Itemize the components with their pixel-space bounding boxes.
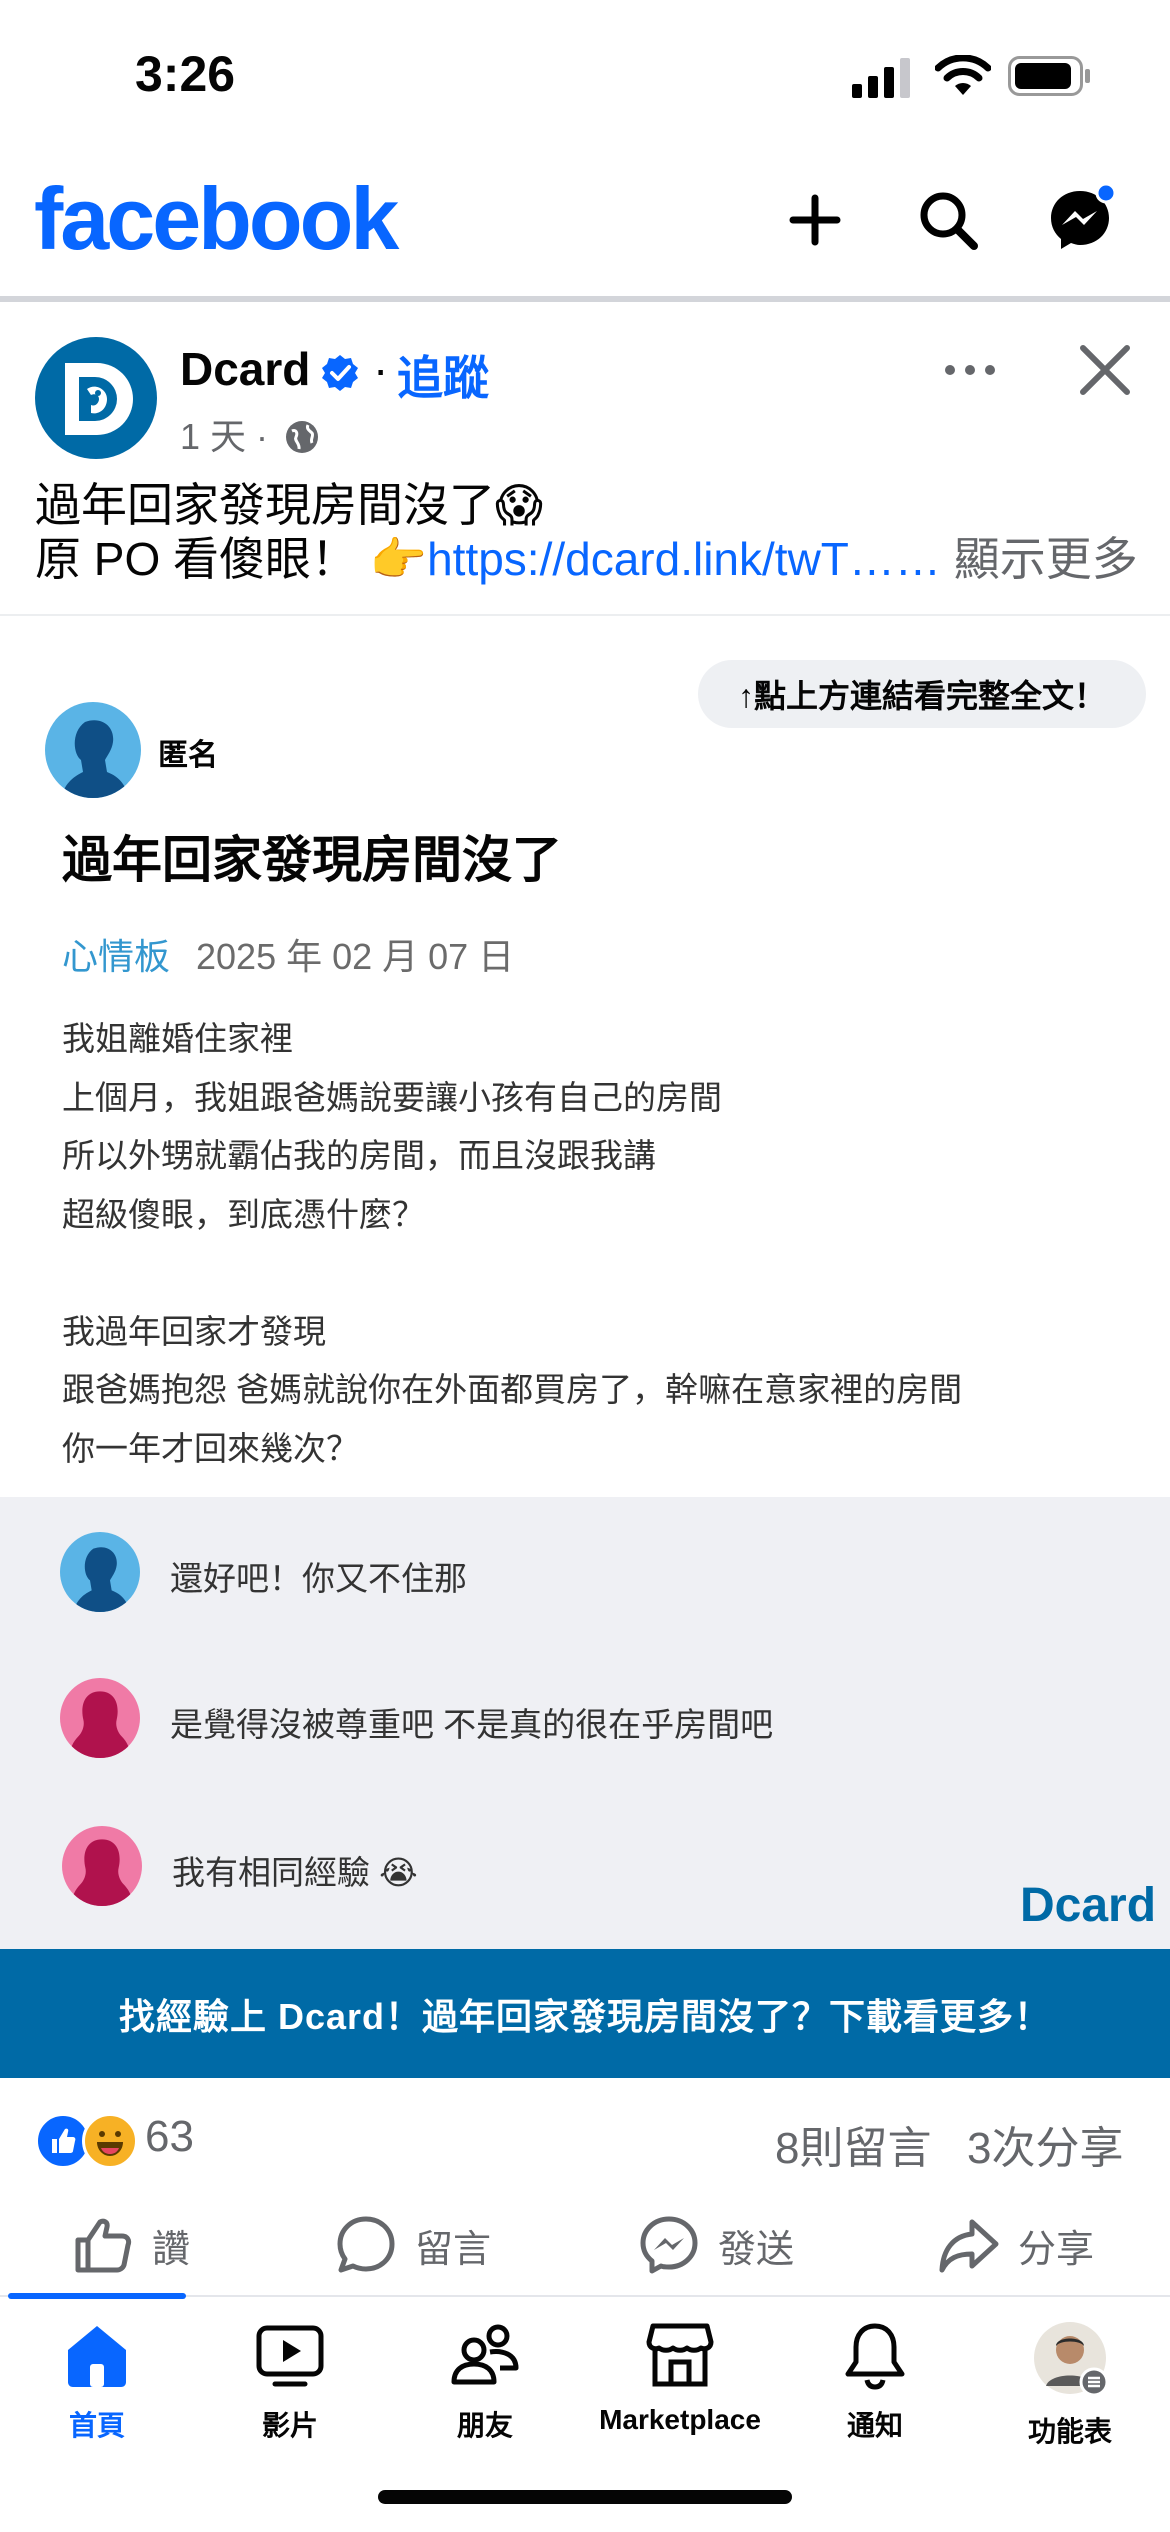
messenger-button[interactable] <box>1035 175 1125 265</box>
share-count[interactable]: 3次分享 <box>967 2112 1123 2176</box>
body-line: 跟爸媽抱怨 爸媽就說你在外面都買房了，幹嘛在意家裡的房間 <box>62 1371 963 1408</box>
see-more-link[interactable]: 顯示更多 <box>954 533 1138 585</box>
comment-text: 我有相同經驗 😭 <box>172 1854 418 1891</box>
cellular-signal-icon <box>852 58 910 98</box>
read-full-hint: ↑點上方連結看完整全文！ <box>698 660 1146 728</box>
separator-dot: · <box>373 343 389 395</box>
body-line: 你一年才回來幾次？ <box>62 1429 359 1467</box>
post-text-line1: 過年回家發現房間沒了😱 <box>35 479 543 531</box>
globe-icon <box>286 421 319 453</box>
tab-notifications-label: 通知 <box>846 2410 903 2441</box>
send-button[interactable]: 發送 <box>638 2205 794 2285</box>
like-button[interactable]: 讚 <box>72 2205 190 2285</box>
tab-friends-label: 朋友 <box>456 2410 513 2441</box>
create-button[interactable] <box>770 175 860 265</box>
tab-friends[interactable]: 朋友 <box>405 2320 565 2444</box>
body-line: 上個月，我姐跟爸媽說要讓小孩有自己的房間 <box>62 1078 722 1116</box>
like-icon <box>75 2218 132 2273</box>
status-time: 3:26 <box>135 46 236 102</box>
comment-count[interactable]: 8則留言 <box>775 2112 931 2176</box>
reaction-count[interactable]: 63 <box>145 2112 194 2162</box>
post-text-prefix: 原 PO 看傻眼！ 👉 <box>35 533 428 585</box>
body-line: 我姐離婚住家裡 <box>62 1020 293 1057</box>
male-user-icon <box>73 1547 130 1612</box>
anonymous-avatar <box>45 702 141 798</box>
post-text: 過年回家發現房間沒了😱 原 PO 看傻眼！ 👉https://dcard.lin… <box>35 478 1145 586</box>
share-label: 分享 <box>1018 2228 1095 2271</box>
post-time-text: 1 天 · <box>180 416 269 457</box>
like-label: 讚 <box>152 2228 191 2271</box>
active-tab-indicator <box>8 2293 186 2299</box>
tab-menu[interactable]: 功能表 <box>990 2320 1150 2450</box>
send-label: 發送 <box>718 2228 795 2271</box>
comment-label: 留言 <box>415 2228 492 2271</box>
messenger-send-icon <box>640 2216 698 2274</box>
female-user-icon <box>70 1839 134 1906</box>
comment-avatar <box>60 1678 140 1758</box>
post-link[interactable]: https://dcard.link/twT…… <box>427 533 941 585</box>
tab-video[interactable]: 影片 <box>210 2320 370 2444</box>
tab-video-label: 影片 <box>261 2410 318 2441</box>
post-timestamp: 1 天 · <box>180 408 320 460</box>
author-name: 匿名 <box>158 739 218 772</box>
comment-avatar <box>60 1532 140 1612</box>
page-avatar[interactable] <box>35 337 157 459</box>
female-user-icon <box>68 1691 132 1758</box>
share-button[interactable]: 分享 <box>938 2205 1094 2285</box>
body-line: 我過年回家才發現 <box>62 1312 326 1350</box>
tab-home[interactable]: 首頁 <box>17 2320 177 2444</box>
tab-marketplace[interactable]: Marketplace <box>599 2320 761 2436</box>
follow-button[interactable]: 追蹤 <box>397 342 489 408</box>
board-name: 心情板 <box>62 936 171 977</box>
plus-icon <box>789 194 841 246</box>
anonymous-user-icon <box>61 720 129 798</box>
marketplace-icon <box>646 2323 714 2387</box>
facebook-logo: facebook <box>34 169 399 268</box>
header-divider <box>0 296 1170 302</box>
more-options-icon[interactable] <box>940 340 1000 400</box>
comment-icon <box>337 2216 395 2273</box>
wifi-icon <box>935 55 991 95</box>
search-icon <box>920 192 978 250</box>
comment-avatar <box>62 1826 142 1906</box>
profile-avatar <box>1034 2322 1108 2396</box>
article-date: 2025 年 02 月 07 日 <box>196 936 515 977</box>
search-button[interactable] <box>903 175 993 265</box>
home-indicator <box>378 2490 792 2504</box>
comment-text: 是覺得沒被尊重吧 不是真的很在乎房間吧 <box>170 1706 774 1743</box>
share-icon <box>939 2219 999 2273</box>
verified-badge-icon <box>322 355 358 391</box>
battery-icon <box>1008 56 1090 96</box>
video-icon <box>256 2325 324 2387</box>
post-text-line2: 原 PO 看傻眼！ 👉https://dcard.link/twT…… 顯示更多 <box>35 532 1145 586</box>
comment-text: 還好吧！你又不住那 <box>170 1560 467 1597</box>
tab-notifications[interactable]: 通知 <box>795 2320 955 2444</box>
haha-reaction-icon <box>82 2113 138 2169</box>
comment-button[interactable]: 留言 <box>335 2205 491 2285</box>
dcard-brand-logo: Dcard <box>1020 1879 1157 1932</box>
download-cta-banner[interactable]: 找經驗上 Dcard！過年回家發現房間沒了？下載看更多！ <box>0 1949 1170 2078</box>
tab-marketplace-label: Marketplace <box>599 2404 761 2435</box>
body-line: 超級傻眼，到底憑什麼？ <box>62 1195 425 1233</box>
bell-icon <box>845 2323 905 2390</box>
article-body: 我姐離婚住家裡 上個月，我姐跟爸媽說要讓小孩有自己的房間 所以外甥就霸佔我的房間… <box>62 1010 962 1478</box>
body-line: 所以外甥就霸佔我的房間，而且沒跟我講 <box>62 1137 656 1174</box>
tab-home-label: 首頁 <box>68 2410 125 2441</box>
article-title: 過年回家發現房間沒了 <box>62 832 562 888</box>
page-name[interactable]: Dcard <box>180 342 310 396</box>
dcard-logo-icon <box>65 363 133 435</box>
home-icon <box>68 2326 126 2387</box>
tab-menu-label: 功能表 <box>1027 2416 1112 2447</box>
body-line <box>62 1244 962 1303</box>
messenger-icon <box>1051 185 1115 249</box>
friends-icon <box>451 2324 519 2385</box>
close-icon[interactable] <box>1075 340 1135 400</box>
